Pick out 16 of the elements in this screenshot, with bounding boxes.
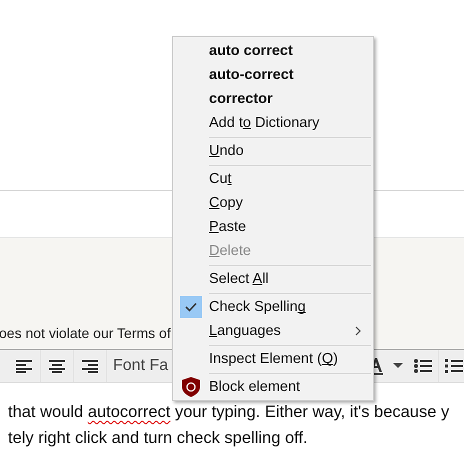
body-text: tely right click and turn check spelling off. [8,428,309,449]
menu-item[interactable]: Languages [173,319,373,343]
menu-item[interactable]: auto-correct [173,63,373,87]
menu-item[interactable]: Add to Dictionary [173,111,373,135]
menu-item[interactable]: Undo [173,139,373,163]
menu-item[interactable]: auto correct [173,39,373,63]
menu-item[interactable]: Block element [173,375,373,399]
font-family-dropdown[interactable]: Font Fa [107,357,174,375]
menu-item[interactable]: Paste [173,215,373,239]
menu-item[interactable]: Select All [173,267,373,291]
menu-item[interactable]: Cut [173,167,373,191]
body-text: that would autocorrect your typing. Either way, it's because y [8,402,450,423]
menu-item[interactable]: Check Spelling [173,295,373,319]
menu-item[interactable]: corrector [173,87,373,111]
menu-item[interactable]: Inspect Element (Q) [173,347,373,371]
menu-item[interactable]: Copy [173,191,373,215]
